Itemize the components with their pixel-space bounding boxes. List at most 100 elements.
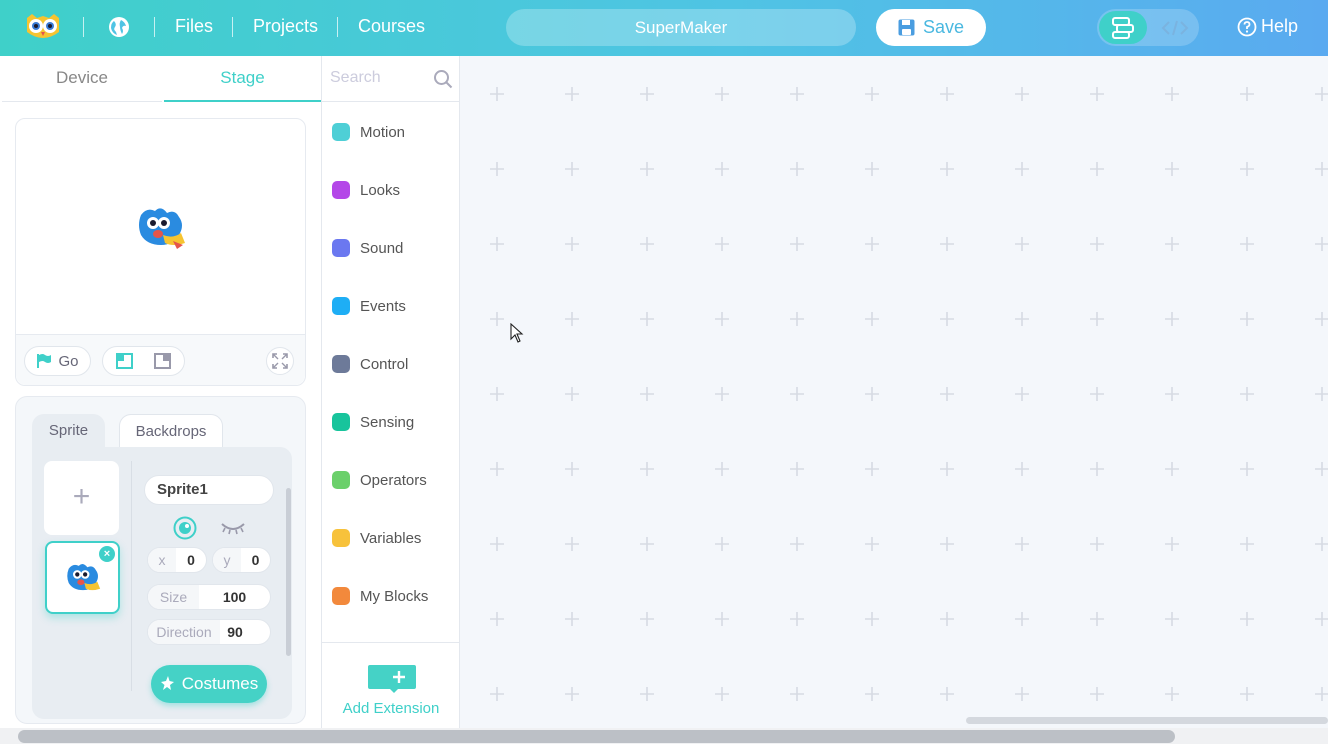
y-value: 0	[251, 552, 260, 568]
sprite-bird-thumbnail-image	[67, 564, 101, 591]
help-button[interactable]: Help	[1237, 16, 1298, 37]
category-label: Operators	[360, 471, 427, 489]
magic-wand-icon	[160, 676, 174, 690]
fullscreen-button[interactable]	[266, 347, 294, 375]
motion-color-dot	[332, 123, 350, 141]
x-label: x	[148, 548, 176, 572]
add-extension-button[interactable]: Add Extension	[322, 642, 460, 728]
sprite-bird-image[interactable]	[133, 205, 189, 251]
nav-separator	[337, 17, 338, 37]
green-flag-icon	[37, 354, 52, 368]
page-scrollbar-thumb[interactable]	[18, 730, 1175, 743]
size-value: 100	[222, 589, 247, 605]
search-bar	[322, 56, 460, 102]
x-position-field[interactable]: x 0	[147, 547, 207, 573]
category-motion[interactable]: Motion	[332, 120, 405, 144]
control-color-dot	[332, 355, 350, 373]
tab-stage[interactable]: Stage	[164, 56, 321, 102]
sensing-color-dot	[332, 413, 350, 431]
editor-mode-toggle[interactable]	[1097, 9, 1199, 46]
category-label: Motion	[360, 123, 406, 141]
size-label: Size	[148, 585, 199, 609]
show-eye-icon[interactable]	[173, 516, 197, 540]
nav-courses[interactable]: Courses	[358, 16, 425, 37]
workspace-grid	[461, 56, 1328, 728]
mouse-cursor-icon	[510, 323, 524, 343]
owl-logo-icon[interactable]	[24, 12, 62, 42]
category-my-blocks[interactable]: My Blocks	[332, 584, 428, 608]
events-color-dot	[332, 297, 350, 315]
size-field[interactable]: Size 100	[147, 584, 271, 610]
save-button[interactable]: Save	[876, 9, 986, 46]
stage-canvas[interactable]	[16, 119, 305, 335]
add-extension-icon	[368, 665, 416, 693]
operators-color-dot	[332, 471, 350, 489]
nav-projects[interactable]: Projects	[253, 16, 318, 37]
category-label: Looks	[360, 181, 401, 199]
sprite-inspector: + × Sprite1 x 0 y 0 Size 100 Direction 9…	[32, 447, 292, 719]
category-variables[interactable]: Variables	[332, 526, 421, 550]
category-events[interactable]: Events	[332, 294, 406, 318]
nav-separator	[154, 17, 155, 37]
stage-preview: Go	[15, 118, 306, 386]
help-label: Help	[1261, 16, 1299, 36]
category-label: Variables	[360, 529, 422, 547]
help-circle-icon	[1237, 17, 1257, 36]
floppy-disk-icon	[898, 19, 915, 36]
category-looks[interactable]: Looks	[332, 178, 400, 202]
category-operators[interactable]: Operators	[332, 468, 427, 492]
top-bar: Files Projects Courses SuperMaker Save H…	[0, 0, 1328, 56]
search-input[interactable]	[330, 66, 430, 90]
costumes-label: Costumes	[181, 674, 259, 693]
hide-eye-icon[interactable]	[220, 518, 246, 538]
category-label: Sensing	[360, 413, 415, 431]
divider	[131, 461, 132, 691]
looks-color-dot	[332, 181, 350, 199]
tab-device[interactable]: Device	[2, 56, 162, 102]
category-label: Control	[360, 355, 409, 373]
nav-separator	[83, 17, 84, 37]
workspace-scrollbar[interactable]	[966, 717, 1328, 724]
sprite-thumbnail[interactable]: ×	[45, 541, 120, 614]
category-sensing[interactable]: Sensing	[332, 410, 414, 434]
y-position-field[interactable]: y 0	[212, 547, 271, 573]
costumes-button[interactable]: Costumes	[151, 665, 267, 703]
add-extension-label: Add Extension	[342, 700, 440, 717]
blocks-icon	[1112, 16, 1134, 39]
search-icon[interactable]	[433, 69, 453, 89]
project-name-field[interactable]: SuperMaker	[506, 9, 856, 46]
page-scrollbar-track	[0, 728, 1328, 744]
category-label: Events	[360, 297, 406, 315]
category-label: Sound	[360, 239, 404, 257]
fullscreen-icon	[272, 353, 288, 369]
category-control[interactable]: Control	[332, 352, 408, 376]
stage-controls: Go	[16, 335, 305, 385]
left-panel: Device Stage Go Sprite Backdrops + × Spr…	[0, 56, 322, 728]
code-workspace[interactable]	[461, 56, 1328, 728]
add-sprite-button[interactable]: +	[44, 461, 119, 535]
sprite-name-field[interactable]: Sprite1	[144, 475, 274, 505]
tab-sprite[interactable]: Sprite	[32, 414, 105, 448]
save-label: Save	[922, 17, 965, 37]
blocks-mode-button[interactable]	[1099, 11, 1147, 44]
variables-color-dot	[332, 529, 350, 547]
tab-backdrops[interactable]: Backdrops	[119, 414, 223, 448]
code-mode-button[interactable]	[1153, 11, 1197, 44]
direction-field[interactable]: Direction 90	[147, 619, 271, 645]
delete-sprite-icon[interactable]: ×	[99, 546, 115, 562]
sound-color-dot	[332, 239, 350, 257]
globe-icon[interactable]	[108, 16, 130, 38]
nav-separator	[232, 17, 233, 37]
block-categories: Motion Looks Sound Events Control Sensin…	[322, 56, 460, 728]
go-button[interactable]: Go	[24, 346, 91, 376]
y-label: y	[213, 548, 241, 572]
large-stage-icon[interactable]	[154, 353, 171, 369]
sprite-panel-scrollbar[interactable]	[286, 488, 291, 656]
stage-layout-toggle	[102, 346, 185, 376]
my-blocks-color-dot	[332, 587, 350, 605]
category-label: My Blocks	[360, 587, 429, 605]
direction-value: 90	[227, 624, 243, 640]
nav-files[interactable]: Files	[175, 16, 213, 37]
category-sound[interactable]: Sound	[332, 236, 403, 260]
small-stage-icon[interactable]	[116, 353, 133, 369]
